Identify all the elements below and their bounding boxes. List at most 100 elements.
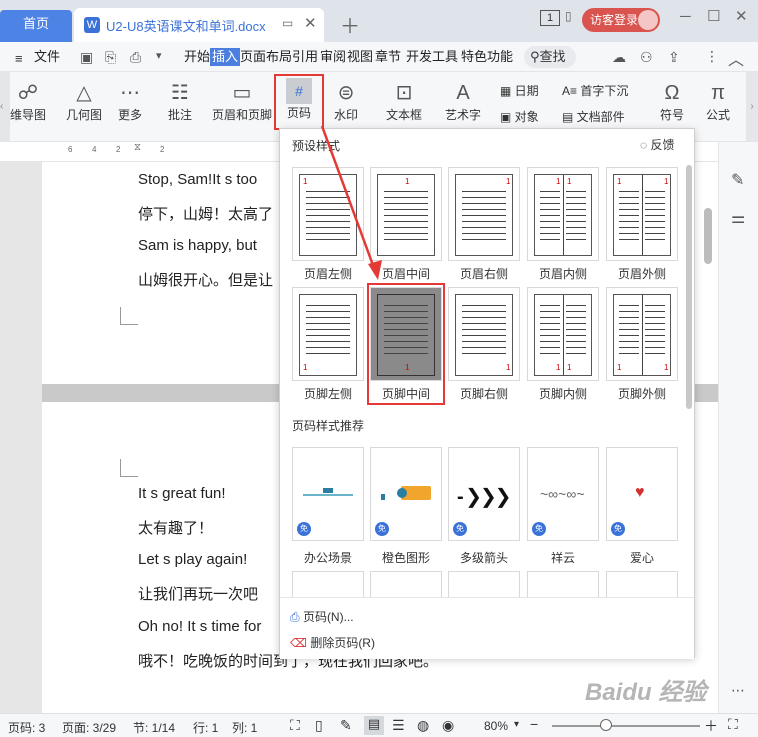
symbol-button[interactable]: Ω 符号 [652,80,692,123]
date-button[interactable]: ▦ 日期 [500,82,539,99]
geometry-button[interactable]: △ 几何图 [62,80,106,123]
header-footer-button[interactable]: ▭ 页眉和页脚 [210,80,274,123]
tile-line [645,227,665,228]
read-mode-icon[interactable]: ▯ [315,717,323,734]
zoom-slider-thumb[interactable] [600,719,612,731]
maximize-icon[interactable]: ☐ [707,7,720,25]
menu-file[interactable]: 文件 [34,48,60,66]
hamburger-icon[interactable]: ≡ [15,51,23,66]
dropcap-button[interactable]: A≡ 首字下沉 [562,82,628,99]
share-user-icon[interactable]: ⚇ [640,49,653,66]
recommended-style-tile[interactable] [370,571,442,597]
export-icon[interactable]: ⎘ [105,49,116,66]
write-mode-icon[interactable]: ✎ [340,717,352,734]
wordart-button[interactable]: A 艺术字 [438,80,488,123]
fullscreen-icon[interactable]: ⛶ [290,717,300,734]
page-count-badge[interactable]: 1 [540,10,560,26]
footer-style-tile[interactable]: 1 [292,287,364,381]
recommended-style-tile[interactable]: - ❯❯❯ 免 [448,447,520,541]
recommended-style-tile[interactable] [292,571,364,597]
recommended-style-tile[interactable] [448,571,520,597]
panel-scrollbar-thumb[interactable] [686,165,692,409]
page-preview: 1 [455,174,513,256]
recommended-style-tile[interactable]: ~∞~∞~ 免 [527,447,599,541]
comment-button[interactable]: ☷ 批注 [160,80,200,123]
indent-marker-icon[interactable]: ⧖ [134,142,141,153]
doc-text-line: 让我们再玩一次吧 [138,586,259,603]
recommended-style-tile[interactable] [606,571,678,597]
tab-home[interactable]: 首页 [0,10,72,42]
tile-line [619,191,639,192]
delete-page-number-item[interactable]: ⌫ 删除页码(R) [290,634,375,651]
header-style-label: 页眉右侧 [459,267,508,281]
watermark-button[interactable]: ⊜ 水印 [328,80,364,123]
tile-line [462,347,506,348]
close-tab-icon[interactable]: ✕ [304,14,317,32]
eye-icon[interactable]: ◉ [442,717,454,734]
recommended-style-tile[interactable]: 免 [292,447,364,541]
more-button[interactable]: ⋯ 更多 [110,80,150,123]
recommended-style-tile[interactable] [527,571,599,597]
cloud-icon[interactable]: ☁ [612,49,626,66]
textbox-button[interactable]: ⊡ 文本框 [382,80,426,123]
recommended-style-tile[interactable]: 免 [370,447,442,541]
docpart-button[interactable]: ▤ 文档部件 [562,108,625,125]
tile-line [619,317,639,318]
menu-home[interactable]: 开始 [184,48,210,66]
tab-document[interactable]: W U2-U8英语课文和单词.docx ▭ ✕ [74,8,324,42]
menu-page-layout[interactable]: 页面布局 [240,48,292,66]
zoom-level[interactable]: 80% [484,719,508,733]
menu-references[interactable]: 引用 [292,48,318,66]
footer-style-tile[interactable]: 1 [448,287,520,381]
minimize-icon[interactable]: ─ [680,8,691,25]
doc-scrollbar-thumb[interactable] [704,208,712,264]
layout-icon[interactable]: ▯ [565,9,572,23]
dots-icon: ⋯ [120,82,140,104]
outline-view-icon[interactable]: ☰ [392,717,405,734]
more-options-icon[interactable]: ⋮ [705,48,719,65]
tile-line [540,323,560,324]
menu-features[interactable]: 特色功能 [461,48,513,66]
web-view-icon[interactable]: ◍ [417,717,429,734]
header-style-tile[interactable]: 1 [448,167,520,261]
header-style-tile[interactable]: 11 [606,167,678,261]
footer-style-tile[interactable]: 11 [606,287,678,381]
menu-view[interactable]: 视图 [347,48,373,66]
scroll-right-icon[interactable]: › [746,72,758,142]
zoom-out-icon[interactable]: − [530,716,538,732]
close-window-icon[interactable]: ✕ [735,7,748,25]
more-quick-icon[interactable]: ▾ [156,49,162,62]
search-box[interactable]: ⚲查找 [524,46,576,68]
page-number-glyph: 1 [506,363,511,372]
formula-button[interactable]: π 公式 [698,80,738,123]
feedback-link[interactable]: ◌ 反馈 [640,136,674,153]
page-view-icon[interactable]: ▤ [364,716,384,735]
header-style-tile[interactable]: 11 [527,167,599,261]
tile-line [462,197,506,198]
login-button[interactable]: 访客登录 [582,8,660,32]
save-icon[interactable]: ▣ [80,49,93,66]
monitor-icon[interactable]: ▭ [282,16,293,30]
mindmap-button[interactable]: ☍ 维导图 [8,80,48,123]
zoom-slider-track[interactable] [552,725,700,727]
recommended-style-tile[interactable]: ♥ 免 [606,447,678,541]
fit-window-icon[interactable]: ⛶ [728,716,738,733]
new-tab-icon[interactable]: ＋ [340,10,360,39]
menu-chapter[interactable]: 章节 [375,48,401,66]
page-number-item[interactable]: ⎙ 页码(N)... [290,608,354,625]
menu-review[interactable]: 审阅 [320,48,346,66]
menu-insert[interactable]: 插入 [210,48,241,66]
tile-line [566,221,586,222]
zoom-in-icon[interactable]: ＋ [704,716,718,736]
more-icon[interactable]: ⋯ [731,682,745,699]
share-icon[interactable]: ⇪ [668,49,680,66]
print-icon[interactable]: ⎙ [130,49,141,66]
footer-style-label: 页脚内侧 [538,387,587,401]
footer-style-tile[interactable]: 11 [527,287,599,381]
menu-dev-tools[interactable]: 开发工具 [406,48,458,66]
object-button[interactable]: ▣ 对象 [500,108,539,125]
zoom-dropdown-icon[interactable]: ▾ [514,719,519,730]
pen-icon[interactable]: ✎ [731,170,744,190]
collapse-ribbon-icon[interactable]: ︿ [728,46,744,70]
settings-sliders-icon[interactable]: ⚌ [731,208,745,228]
